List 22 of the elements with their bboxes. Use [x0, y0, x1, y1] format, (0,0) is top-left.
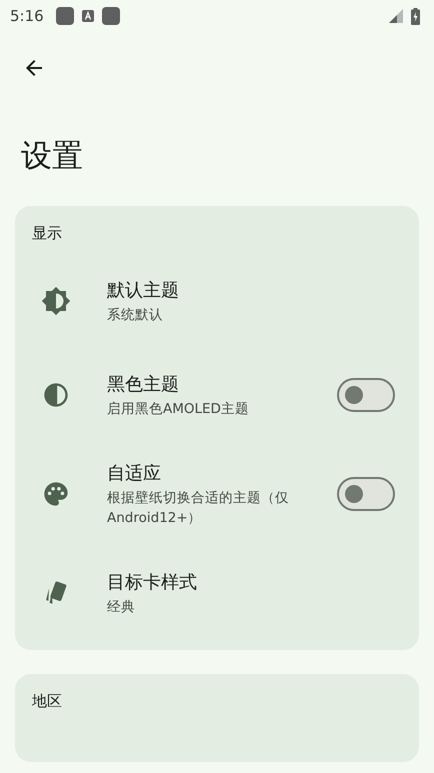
signal-icon: [389, 9, 403, 23]
setting-title: 自适应: [107, 462, 161, 484]
notification-icon: [56, 7, 74, 25]
section-title: 地区: [31, 691, 63, 712]
page-title: 设置: [21, 137, 83, 176]
setting-subtitle: 系统默认: [107, 306, 163, 324]
status-time: 5:16: [10, 7, 44, 25]
toggle-switch[interactable]: [337, 477, 395, 511]
setting-subtitle: 根据壁纸切换合适的主题（仅Android12+）: [107, 488, 290, 528]
setting-title: 黑色主题: [107, 372, 179, 396]
section-title: 显示: [31, 223, 63, 244]
setting-title: 目标卡样式: [107, 570, 197, 594]
setting-title: 默认主题: [107, 278, 179, 302]
setting-subtitle: 经典: [107, 598, 135, 616]
notification-icon: [102, 7, 120, 25]
battery-icon: [411, 8, 420, 24]
notification-icon: [82, 10, 94, 22]
contrast-icon: [42, 381, 70, 409]
palette-icon: [42, 480, 70, 508]
toggle-switch[interactable]: [337, 378, 395, 412]
brightness-icon: [41, 286, 71, 316]
setting-subtitle: 启用黑色AMOLED主题: [107, 400, 249, 418]
